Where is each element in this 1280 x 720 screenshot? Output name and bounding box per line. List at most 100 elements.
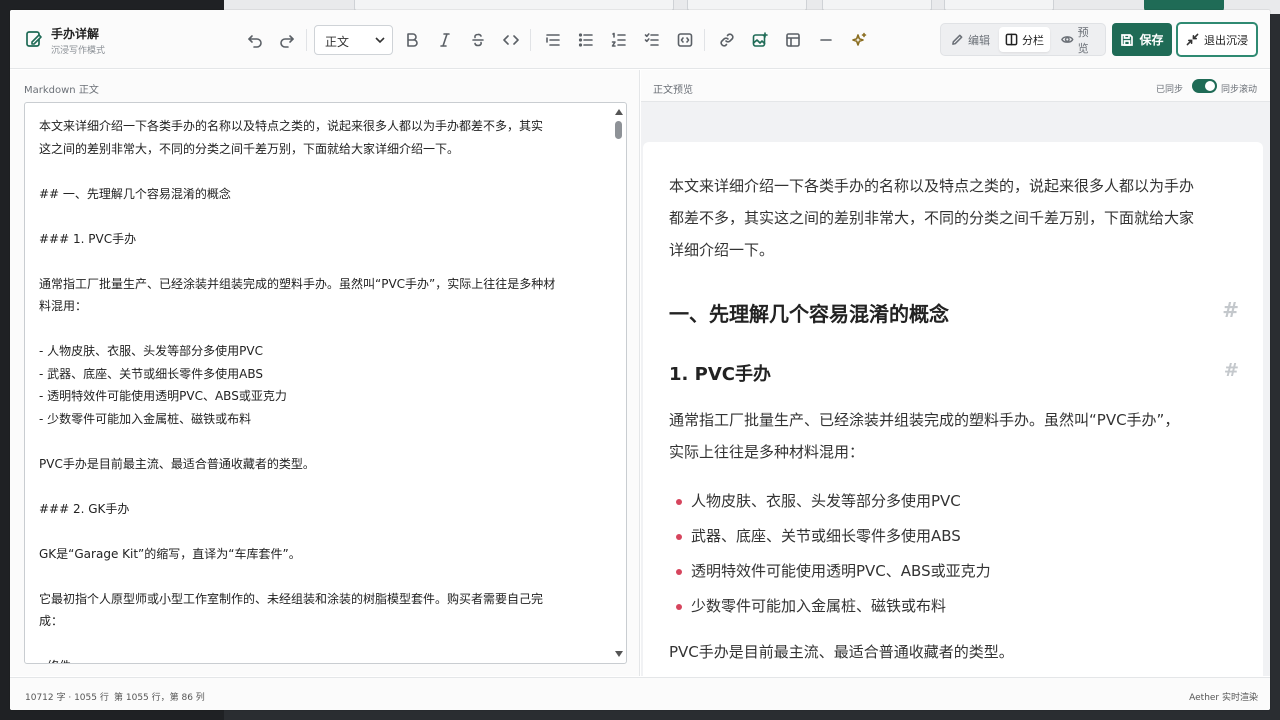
insert-table-button[interactable] xyxy=(780,27,806,53)
view-mode-switcher: 编辑 分栏 预览 xyxy=(940,23,1106,56)
editor-line: 它最初指个人原型师或小型工作室制作的、未经组装和涂装的树脂模型套件。购买者需要自… xyxy=(39,591,544,606)
editor-line: ### 2. GK手办 xyxy=(39,501,130,516)
preview-paragraph-line: 实际上往往是多种材料混用： xyxy=(669,443,865,461)
view-mode-split[interactable]: 分栏 xyxy=(999,27,1050,52)
scrollbar-thumb[interactable] xyxy=(615,121,622,139)
status-bar: 10712 字 · 1055 行 第 1055 行，第 86 列 Aether … xyxy=(10,677,1270,710)
editor-line: - 修件 xyxy=(39,655,599,663)
toolbar-divider xyxy=(306,29,307,51)
sync-scroll-label: 同步滚动 xyxy=(1221,85,1258,95)
block-format-value: 正文 xyxy=(325,35,350,49)
preview-intro-line: 都差不多，其实这之间的差别非常大，不同的分类之间千差万别，下面就给大家 xyxy=(669,209,1195,227)
editor-line: - 人物皮肤、衣服、头发等部分多使用PVC xyxy=(39,344,263,358)
task-list-button[interactable] xyxy=(639,27,665,53)
view-mode-preview[interactable]: 预览 xyxy=(1055,26,1105,55)
chevron-down-icon xyxy=(375,37,385,44)
preview-heading-2: 一、先理解几个容易混淆的概念 # xyxy=(669,298,1239,328)
markdown-textarea[interactable]: 本文来详细介绍一下各类手办的名称以及特点之类的，说起来很多人都以为手办都差不多，… xyxy=(24,102,627,664)
image-icon xyxy=(752,32,768,47)
list-item: 少数零件可能加入金属桩、磁铁或布料 xyxy=(669,589,1239,624)
bullet-list-button[interactable] xyxy=(573,27,599,53)
editor-scrollbar[interactable] xyxy=(612,103,626,663)
undo-button[interactable] xyxy=(242,27,268,53)
redo-button[interactable] xyxy=(274,27,300,53)
sync-scroll-toggle[interactable] xyxy=(1192,79,1217,93)
bold-button[interactable] xyxy=(399,27,425,53)
preview-closing-paragraph: PVC手办是目前最主流、最适合普通收藏者的类型。 xyxy=(669,643,1014,661)
bold-icon xyxy=(407,33,418,47)
cursor-position: 第 1055 行，第 86 列 xyxy=(114,693,205,703)
save-button[interactable]: 保存 xyxy=(1112,23,1172,56)
editor-line: 本文来详细介绍一下各类手办的名称以及特点之类的，说起来很多人都以为手办都差不多，… xyxy=(39,119,544,133)
sync-status: 已同步 xyxy=(1156,85,1184,95)
split-columns-icon xyxy=(1005,33,1018,46)
inline-code-button[interactable] xyxy=(498,27,524,53)
editor-line: PVC手办是目前最主流、最适合普通收藏者的类型。 xyxy=(39,456,315,471)
horizontal-rule-button[interactable] xyxy=(813,27,839,53)
code-block-button[interactable] xyxy=(672,27,698,53)
strikethrough-icon xyxy=(472,33,484,47)
preview-pane: 正文预览 已同步 同步滚动 本文来详细介绍一下各类手办的名称以及特点之类的，说起… xyxy=(641,70,1270,702)
eye-icon xyxy=(1061,36,1074,43)
view-mode-edit[interactable]: 编辑 xyxy=(945,27,996,52)
page-title: 手办详解 xyxy=(51,27,100,41)
markdown-editor-pane: Markdown 正文 本文来详细介绍一下各类手办的名称以及特点之类的，说起来很… xyxy=(10,70,640,676)
heading-anchor-link[interactable]: # xyxy=(1222,298,1239,322)
sparkle-icon xyxy=(852,32,867,46)
editor-line: ### 1. PVC手办 xyxy=(39,231,137,246)
collapse-arrows-icon xyxy=(1186,33,1199,46)
italic-button[interactable] xyxy=(432,27,458,53)
heading-2-text: 一、先理解几个容易混淆的概念 xyxy=(669,302,949,326)
block-format-select[interactable]: 正文 xyxy=(314,25,393,55)
undo-icon xyxy=(248,35,262,48)
scroll-up-arrow[interactable] xyxy=(615,109,623,115)
scroll-down-arrow[interactable] xyxy=(615,651,623,657)
heading-icon xyxy=(546,34,560,46)
heading-anchor-link[interactable]: # xyxy=(1224,360,1239,381)
toolbar-divider xyxy=(530,29,531,51)
render-engine-label: Aether 实时渲染 xyxy=(1189,693,1258,703)
mode-subtitle: 沉浸写作模式 xyxy=(51,46,106,56)
editor-line: ## 一、先理解几个容易混淆的概念 xyxy=(39,186,231,201)
horizontal-rule-icon xyxy=(820,39,832,41)
insert-link-button[interactable] xyxy=(714,27,740,53)
editor-line: - 少数零件可能加入金属桩、磁铁或布料 xyxy=(39,411,252,426)
list-item: 人物皮肤、衣服、头发等部分多使用PVC xyxy=(669,484,1239,519)
checklist-icon xyxy=(644,33,659,46)
heading-button[interactable] xyxy=(540,27,566,53)
editor-line: - 透明特效件可能使用透明PVC、ABS或亚克力 xyxy=(39,389,287,403)
list-item: 透明特效件可能使用透明PVC、ABS或亚克力 xyxy=(669,554,1239,589)
editor-line: 这之间的差别非常大，不同的分类之间千差万别，下面就给大家详细介绍一下。 xyxy=(39,141,460,156)
immersive-writing-modal: 手办详解 沉浸写作模式 正文 编辑 分栏 预览 保存 退出沉浸 Markdown… xyxy=(10,10,1270,710)
editor-line: 料混用： xyxy=(39,299,88,313)
bullet-list-icon xyxy=(578,33,593,47)
preview-bullet-list: 人物皮肤、衣服、头发等部分多使用PVC 武器、底座、关节或细长零件多使用ABS … xyxy=(669,484,1239,624)
exit-immersive-button[interactable]: 退出沉浸 xyxy=(1176,22,1258,57)
insert-image-button[interactable] xyxy=(747,27,773,53)
editor-pane-label: Markdown 正文 xyxy=(24,85,99,96)
save-icon xyxy=(1121,33,1134,46)
preview-intro-line: 本文来详细介绍一下各类手办的名称以及特点之类的，说起来很多人都以为手办 xyxy=(669,177,1195,195)
view-mode-preview-label: 预览 xyxy=(1077,25,1089,55)
ordered-list-button[interactable] xyxy=(606,27,632,53)
preview-pane-label: 正文预览 xyxy=(653,85,693,96)
code-block-icon xyxy=(677,33,693,47)
strikethrough-button[interactable] xyxy=(465,27,491,53)
editor-line: - 武器、底座、关节或细长零件多使用ABS xyxy=(39,366,263,381)
ai-assist-button[interactable] xyxy=(846,27,872,53)
exit-immersive-label: 退出沉浸 xyxy=(1204,33,1248,47)
preview-paragraph-line: 通常指工厂批量生产、已经涂装并组装完成的塑料手办。虽然叫“PVC手办”， xyxy=(669,411,1180,429)
word-line-count: 10712 字 · 1055 行 xyxy=(25,693,109,703)
view-mode-edit-label: 编辑 xyxy=(968,33,990,47)
preview-intro-line: 详细介绍一下。 xyxy=(669,241,775,259)
table-icon xyxy=(786,33,800,47)
editor-line: GK是“Garage Kit”的缩写，直译为“车库套件”。 xyxy=(39,546,301,561)
document-edit-icon xyxy=(26,31,42,47)
